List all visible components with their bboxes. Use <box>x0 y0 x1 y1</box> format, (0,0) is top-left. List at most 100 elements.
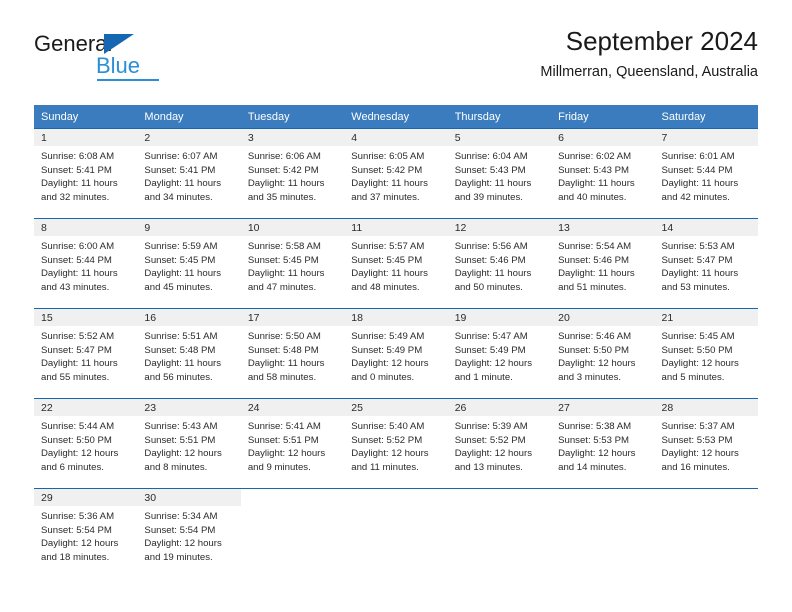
daylight-text-line2: and 18 minutes. <box>41 551 110 563</box>
calendar-day[interactable]: 24 Sunrise: 5:41 AM Sunset: 5:51 PM Dayligh… <box>240 398 345 488</box>
calendar-cell: 12 Sunrise: 5:56 AM Sunset: 5:46 PM Dayligh… <box>447 218 552 308</box>
sunrise-text: Sunrise: 5:43 AM <box>144 421 218 432</box>
brand-logo[interactable]: General Blue <box>34 32 214 88</box>
daylight-text-line2: and 39 minutes. <box>454 191 523 203</box>
sunrise-text: Sunrise: 5:50 AM <box>247 331 321 342</box>
daylight-text-line1: Daylight: 12 hours <box>351 358 429 370</box>
day-number: 3 <box>240 129 345 146</box>
day-number <box>448 489 551 506</box>
day-number: 19 <box>447 309 552 326</box>
daylight-text-line1: Daylight: 12 hours <box>41 538 119 550</box>
sunrise-text: Sunrise: 5:44 AM <box>41 421 115 432</box>
day-number: 30 <box>137 489 241 506</box>
calendar-day[interactable]: 10 Sunrise: 5:58 AM Sunset: 5:45 PM Dayligh… <box>240 218 345 308</box>
calendar-day[interactable]: 22 Sunrise: 5:44 AM Sunset: 5:50 PM Dayligh… <box>34 398 138 488</box>
daylight-text-line2: and 3 minutes. <box>558 371 622 383</box>
sunrise-text: Sunrise: 5:58 AM <box>247 241 321 252</box>
day-number: 21 <box>654 309 758 326</box>
day-number: 16 <box>137 309 241 326</box>
day-details: Sunrise: 5:54 AM Sunset: 5:46 PM Daylight:… <box>551 236 654 294</box>
sunrise-text: Sunrise: 5:38 AM <box>558 421 632 432</box>
day-number: 11 <box>344 219 448 236</box>
sunrise-text: Sunrise: 5:47 AM <box>454 331 528 342</box>
daylight-text-line2: and 48 minutes. <box>351 281 420 293</box>
sunset-text: Sunset: 5:45 PM <box>144 254 216 266</box>
calendar-day[interactable]: 18 Sunrise: 5:49 AM Sunset: 5:49 PM Dayligh… <box>344 308 448 398</box>
calendar-day[interactable]: 19 Sunrise: 5:47 AM Sunset: 5:49 PM Dayligh… <box>447 308 552 398</box>
daylight-text-line2: and 45 minutes. <box>144 281 213 293</box>
calendar-day[interactable]: 16 Sunrise: 5:51 AM Sunset: 5:48 PM Dayligh… <box>137 308 241 398</box>
day-number: 2 <box>137 129 241 146</box>
calendar-day[interactable]: 3 Sunrise: 6:06 AM Sunset: 5:42 PM Daylight… <box>240 128 345 218</box>
calendar-day[interactable]: 8 Sunrise: 6:00 AM Sunset: 5:44 PM Daylight… <box>34 218 138 308</box>
daylight-text-line1: Daylight: 11 hours <box>454 178 532 190</box>
daylight-text-line2: and 16 minutes. <box>661 461 730 473</box>
day-details: Sunrise: 5:38 AM Sunset: 5:53 PM Daylight:… <box>551 416 654 474</box>
calendar-day[interactable]: 7 Sunrise: 6:01 AM Sunset: 5:44 PM Daylight… <box>654 128 758 218</box>
calendar-day[interactable]: 12 Sunrise: 5:56 AM Sunset: 5:46 PM Dayligh… <box>447 218 552 308</box>
calendar-day[interactable]: 30 Sunrise: 5:34 AM Sunset: 5:54 PM Dayligh… <box>137 488 241 578</box>
calendar-day[interactable]: 6 Sunrise: 6:02 AM Sunset: 5:43 PM Daylight… <box>551 128 655 218</box>
day-number <box>241 489 344 506</box>
calendar-day[interactable]: 1 Sunrise: 6:08 AM Sunset: 5:41 PM Daylight… <box>34 128 138 218</box>
daylight-text-line1: Daylight: 11 hours <box>144 268 222 280</box>
calendar-day[interactable]: 15 Sunrise: 5:52 AM Sunset: 5:47 PM Dayligh… <box>34 308 138 398</box>
day-number: 6 <box>551 129 655 146</box>
daylight-text-line1: Daylight: 12 hours <box>351 448 429 460</box>
daylight-text-line1: Daylight: 11 hours <box>144 178 222 190</box>
title-block: September 2024 Millmerran, Queensland, A… <box>540 24 758 82</box>
day-details: Sunrise: 6:05 AM Sunset: 5:42 PM Daylight:… <box>344 146 447 204</box>
calendar-day[interactable]: 17 Sunrise: 5:50 AM Sunset: 5:48 PM Dayligh… <box>240 308 345 398</box>
day-number: 23 <box>137 399 241 416</box>
daylight-text-line1: Daylight: 12 hours <box>454 358 533 370</box>
calendar-day[interactable]: 14 Sunrise: 5:53 AM Sunset: 5:47 PM Dayligh… <box>654 218 758 308</box>
sunrise-text: Sunrise: 5:36 AM <box>41 511 115 522</box>
calendar-cell: 27 Sunrise: 5:38 AM Sunset: 5:53 PM Dayligh… <box>551 398 655 488</box>
calendar-cell: 28 Sunrise: 5:37 AM Sunset: 5:53 PM Dayligh… <box>654 398 758 488</box>
calendar-day[interactable]: 26 Sunrise: 5:39 AM Sunset: 5:52 PM Dayligh… <box>447 398 552 488</box>
daylight-text-line1: Daylight: 12 hours <box>144 538 222 550</box>
calendar-day[interactable]: 20 Sunrise: 5:46 AM Sunset: 5:50 PM Dayligh… <box>551 308 655 398</box>
calendar-day[interactable]: 21 Sunrise: 5:45 AM Sunset: 5:50 PM Dayligh… <box>654 308 758 398</box>
calendar-week-row: 1 Sunrise: 6:08 AM Sunset: 5:41 PM Daylight… <box>34 128 758 218</box>
calendar-day[interactable]: 25 Sunrise: 5:40 AM Sunset: 5:52 PM Dayligh… <box>344 398 448 488</box>
calendar-day-empty <box>654 488 758 578</box>
day-number: 27 <box>551 399 655 416</box>
calendar-day[interactable]: 27 Sunrise: 5:38 AM Sunset: 5:53 PM Dayligh… <box>551 398 655 488</box>
calendar-day[interactable]: 5 Sunrise: 6:04 AM Sunset: 5:43 PM Daylight… <box>447 128 552 218</box>
calendar-cell: 20 Sunrise: 5:46 AM Sunset: 5:50 PM Dayligh… <box>551 308 655 398</box>
sunset-text: Sunset: 5:42 PM <box>351 164 423 176</box>
sunset-text: Sunset: 5:47 PM <box>661 254 733 266</box>
calendar-cell <box>344 488 448 578</box>
calendar-cell <box>240 488 345 578</box>
sunrise-text: Sunrise: 5:52 AM <box>41 331 115 342</box>
sunset-text: Sunset: 5:51 PM <box>247 434 319 446</box>
sunrise-text: Sunrise: 5:51 AM <box>144 331 218 342</box>
calendar-day-empty <box>240 488 345 578</box>
daylight-text-line1: Daylight: 12 hours <box>558 448 636 460</box>
daylight-text-line2: and 8 minutes. <box>144 461 208 473</box>
daylight-text-line2: and 50 minutes. <box>454 281 523 293</box>
day-details: Sunrise: 6:06 AM Sunset: 5:42 PM Daylight:… <box>241 146 344 204</box>
sunrise-text: Sunrise: 6:00 AM <box>41 241 115 252</box>
calendar-day[interactable]: 4 Sunrise: 6:05 AM Sunset: 5:42 PM Daylight… <box>344 128 448 218</box>
calendar-day[interactable]: 2 Sunrise: 6:07 AM Sunset: 5:41 PM Daylight… <box>137 128 241 218</box>
sunset-text: Sunset: 5:46 PM <box>558 254 630 266</box>
calendar-week-row: 15 Sunrise: 5:52 AM Sunset: 5:47 PM Dayligh… <box>34 308 758 398</box>
day-details: Sunrise: 5:58 AM Sunset: 5:45 PM Daylight:… <box>241 236 344 294</box>
calendar-day[interactable]: 9 Sunrise: 5:59 AM Sunset: 5:45 PM Daylight… <box>137 218 241 308</box>
calendar-cell: 25 Sunrise: 5:40 AM Sunset: 5:52 PM Dayligh… <box>344 398 448 488</box>
daylight-text-line2: and 19 minutes. <box>144 551 213 563</box>
daylight-text-line1: Daylight: 11 hours <box>41 268 118 280</box>
calendar-cell: 4 Sunrise: 6:05 AM Sunset: 5:42 PM Daylight… <box>344 128 448 218</box>
sunset-text: Sunset: 5:41 PM <box>41 164 112 176</box>
calendar-cell: 15 Sunrise: 5:52 AM Sunset: 5:47 PM Dayligh… <box>34 308 138 398</box>
calendar-day[interactable]: 29 Sunrise: 5:36 AM Sunset: 5:54 PM Dayligh… <box>34 488 138 578</box>
daylight-text-line1: Daylight: 12 hours <box>247 448 326 460</box>
calendar-day[interactable]: 11 Sunrise: 5:57 AM Sunset: 5:45 PM Dayligh… <box>344 218 448 308</box>
daylight-text-line2: and 40 minutes. <box>558 191 627 203</box>
calendar-day[interactable]: 23 Sunrise: 5:43 AM Sunset: 5:51 PM Dayligh… <box>137 398 241 488</box>
calendar-day[interactable]: 28 Sunrise: 5:37 AM Sunset: 5:53 PM Dayligh… <box>654 398 758 488</box>
daylight-text-line2: and 13 minutes. <box>454 461 523 473</box>
calendar-day[interactable]: 13 Sunrise: 5:54 AM Sunset: 5:46 PM Dayligh… <box>551 218 655 308</box>
